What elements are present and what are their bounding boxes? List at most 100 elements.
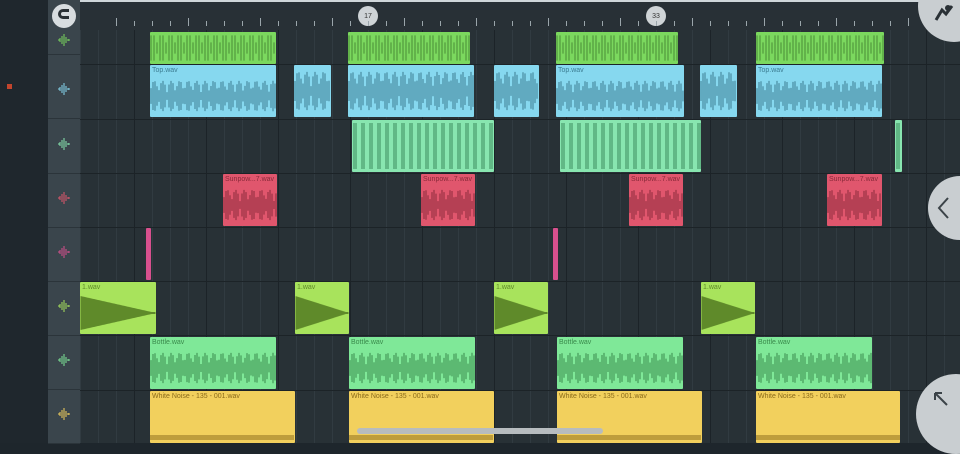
audio-clip[interactable]: Top.wav bbox=[150, 65, 276, 117]
clip-waveform bbox=[557, 435, 701, 440]
waveform-icon bbox=[57, 245, 71, 264]
grid-line bbox=[278, 30, 279, 443]
clip-label: 1.wav bbox=[82, 284, 101, 291]
waveform-icon bbox=[57, 82, 71, 101]
waveform-path bbox=[294, 71, 330, 111]
clip-label: Bottle.wav bbox=[559, 339, 592, 346]
ruler-tick bbox=[854, 21, 855, 26]
audio-clip[interactable]: 1.wav bbox=[80, 282, 156, 334]
track-head-4[interactable] bbox=[48, 173, 80, 228]
waveform-path bbox=[150, 435, 294, 440]
audio-clip[interactable] bbox=[146, 228, 151, 280]
audio-clip[interactable]: Bottle.wav bbox=[150, 337, 276, 389]
clip-waveform bbox=[700, 71, 736, 111]
clip-waveform bbox=[827, 189, 881, 221]
clip-label: White Noise - 135 - 001.wav bbox=[152, 393, 240, 400]
grid-line bbox=[692, 30, 693, 443]
audio-clip[interactable]: White Noise - 135 - 001.wav bbox=[150, 391, 295, 443]
ruler-tick bbox=[368, 21, 369, 26]
clip-waveform bbox=[80, 296, 156, 330]
ruler-tick bbox=[242, 21, 243, 26]
snap-magnet-button[interactable] bbox=[52, 4, 76, 28]
waveform-path bbox=[494, 71, 538, 111]
ruler-tick bbox=[440, 21, 441, 26]
clip-waveform bbox=[556, 80, 684, 112]
clip-waveform bbox=[349, 352, 475, 384]
audio-clip[interactable]: 1.wav bbox=[295, 282, 349, 334]
audio-clip[interactable]: Sunpow...7.wav bbox=[827, 174, 882, 226]
waveform-path bbox=[556, 80, 684, 112]
track-head-5[interactable] bbox=[48, 227, 80, 282]
audio-clip[interactable]: 1.wav bbox=[494, 282, 548, 334]
clip-label: Bottle.wav bbox=[351, 339, 384, 346]
ruler-tick bbox=[710, 21, 711, 26]
clip-label: Top.wav bbox=[758, 67, 784, 74]
track-head-7[interactable] bbox=[48, 335, 80, 390]
audio-clip[interactable] bbox=[895, 120, 902, 172]
ruler-tick bbox=[656, 21, 657, 26]
track-head-2[interactable] bbox=[48, 64, 80, 119]
audio-clip[interactable]: Sunpow...7.wav bbox=[421, 174, 475, 226]
clip-label: Top.wav bbox=[558, 67, 584, 74]
chevron-left-icon bbox=[936, 196, 950, 225]
clip-label: Top.wav bbox=[152, 67, 178, 74]
audio-clip[interactable] bbox=[553, 228, 558, 280]
ruler-tick bbox=[206, 21, 207, 26]
grid-line bbox=[134, 30, 135, 443]
ruler-tick bbox=[728, 21, 729, 26]
audio-clip[interactable]: Bottle.wav bbox=[557, 337, 683, 389]
home-indicator[interactable] bbox=[357, 428, 603, 434]
audio-clip[interactable]: 1.wav bbox=[701, 282, 755, 334]
audio-clip[interactable]: Sunpow...7.wav bbox=[223, 174, 277, 226]
clip-waveform bbox=[353, 123, 493, 169]
ruler-tick bbox=[764, 18, 765, 26]
audio-clip[interactable] bbox=[352, 120, 494, 172]
clip-label: 1.wav bbox=[703, 284, 722, 291]
waveform-path bbox=[349, 435, 493, 440]
waveform-path bbox=[896, 123, 900, 169]
audio-clip[interactable]: Top.wav bbox=[756, 65, 882, 117]
clip-waveform bbox=[756, 35, 884, 61]
ruler-tick bbox=[314, 21, 315, 26]
clip-label: White Noise - 135 - 001.wav bbox=[758, 393, 846, 400]
ruler-tick bbox=[692, 18, 693, 26]
audio-clip[interactable]: Sunpow...7.wav bbox=[629, 174, 683, 226]
audio-clip[interactable]: White Noise - 135 - 001.wav bbox=[756, 391, 900, 443]
magnet-icon bbox=[57, 7, 71, 26]
audio-clip[interactable]: Bottle.wav bbox=[349, 337, 475, 389]
audio-clip[interactable] bbox=[494, 65, 539, 117]
clip-label: 1.wav bbox=[297, 284, 316, 291]
audio-clip[interactable] bbox=[756, 32, 884, 64]
clip-label: White Noise - 135 - 001.wav bbox=[559, 393, 647, 400]
track-divider bbox=[80, 119, 960, 120]
track-head-3[interactable] bbox=[48, 119, 80, 174]
audio-clip[interactable] bbox=[560, 120, 701, 172]
audio-clip[interactable] bbox=[700, 65, 737, 117]
clip-label: 1.wav bbox=[496, 284, 515, 291]
track-head-6[interactable] bbox=[48, 281, 80, 336]
ruler-tick bbox=[530, 21, 531, 26]
playlist-grid[interactable]: Top.wav Top.wav Top.wav Sunpow...7.wav Sunpo… bbox=[80, 30, 960, 443]
audio-clip[interactable] bbox=[556, 32, 678, 64]
clip-label: Sunpow...7.wav bbox=[829, 176, 879, 183]
audio-clip[interactable] bbox=[348, 32, 470, 64]
clip-waveform bbox=[629, 189, 683, 221]
ruler-tick bbox=[890, 21, 891, 26]
audio-clip[interactable]: Top.wav bbox=[556, 65, 684, 117]
grid-line bbox=[116, 30, 117, 443]
ruler-tick bbox=[188, 18, 189, 26]
audio-clip[interactable] bbox=[294, 65, 331, 117]
audio-clip[interactable]: White Noise - 135 - 001.wav bbox=[557, 391, 702, 443]
arrow-up-left-icon bbox=[932, 390, 950, 413]
track-head-1[interactable] bbox=[48, 30, 80, 55]
audio-clip[interactable] bbox=[150, 32, 276, 64]
audio-clip[interactable]: Bottle.wav bbox=[756, 337, 872, 389]
waveform-path bbox=[756, 352, 872, 384]
audio-clip[interactable]: White Noise - 135 - 001.wav bbox=[349, 391, 494, 443]
track-head-8[interactable] bbox=[48, 390, 80, 444]
timeline-ruler[interactable]: 17 33 bbox=[80, 0, 960, 31]
audio-clip[interactable] bbox=[348, 65, 474, 117]
waveform-path bbox=[223, 189, 277, 221]
waveform-path bbox=[629, 189, 683, 221]
clip-waveform bbox=[348, 35, 470, 61]
